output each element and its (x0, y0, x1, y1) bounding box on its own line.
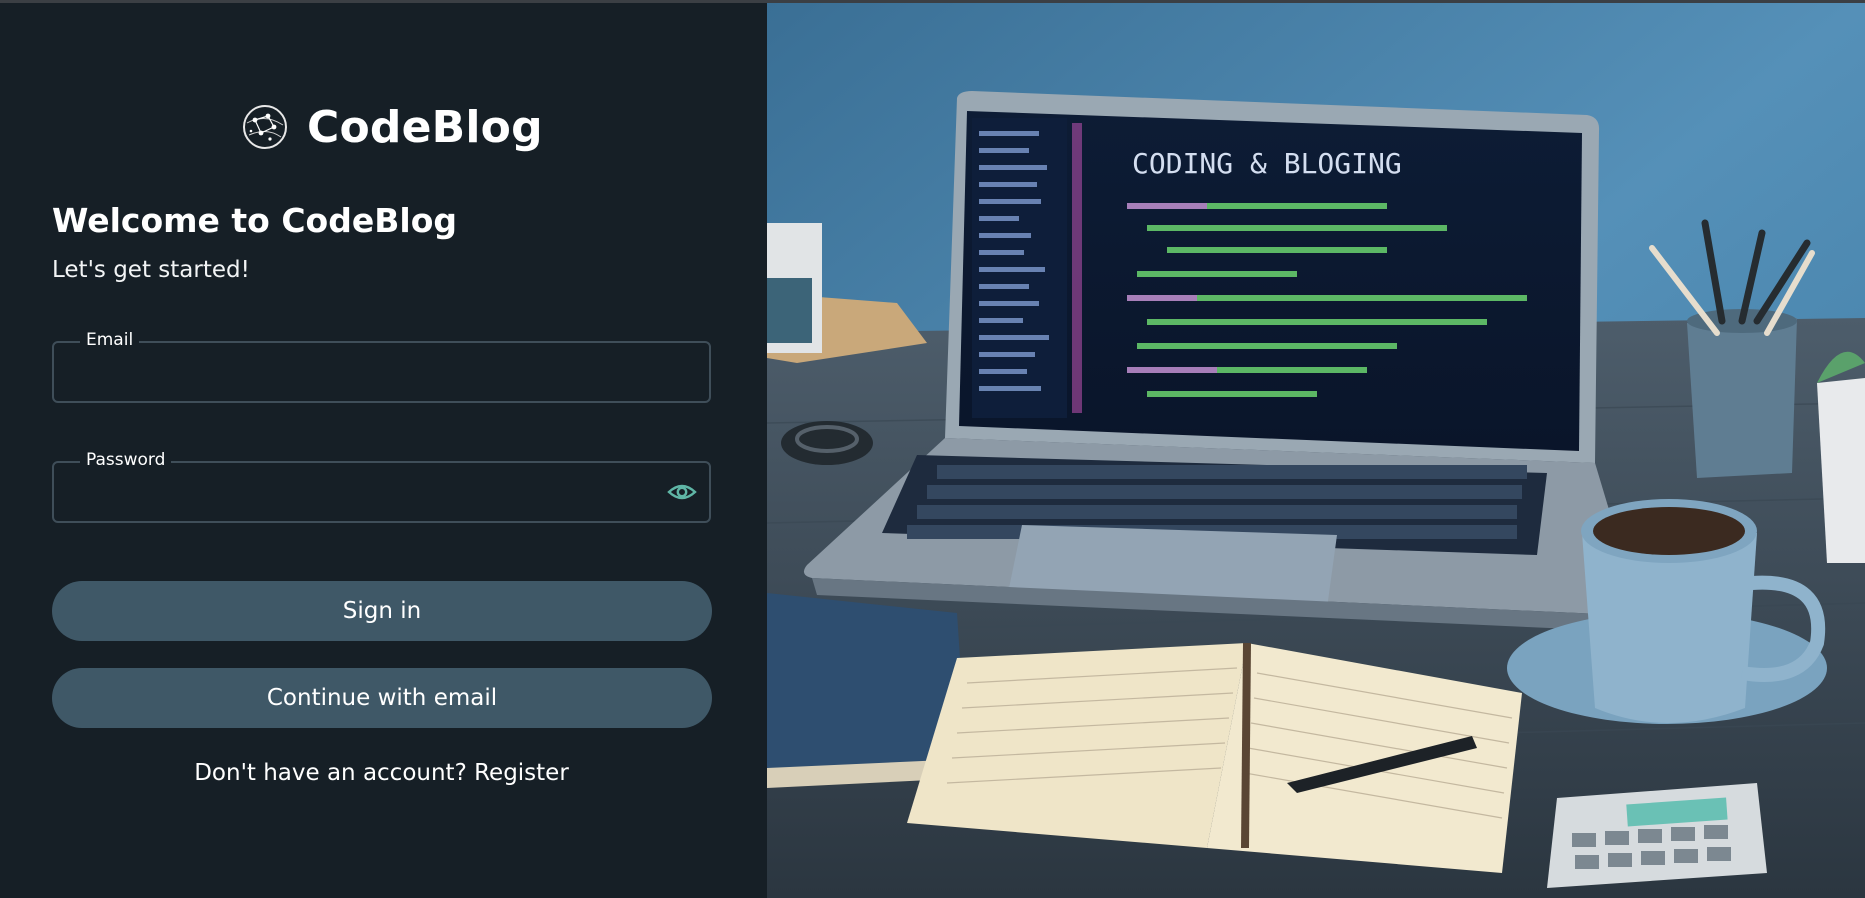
sign-in-label: Sign in (342, 598, 422, 624)
welcome-subtitle: Let's get started! (52, 257, 250, 283)
constellation-globe-icon (243, 105, 287, 149)
sign-in-button[interactable]: Sign in (52, 581, 712, 641)
register-question: Don't have an account? (194, 760, 467, 786)
password-field[interactable]: Password (52, 449, 711, 523)
register-prompt: Don't have an account? Register (0, 760, 763, 786)
register-link[interactable]: Register (474, 760, 569, 786)
continue-with-email-label: Continue with email (266, 685, 498, 711)
password-input[interactable] (70, 477, 649, 509)
brand-name: CodeBlog (307, 101, 543, 153)
laptop-notebook-coffee-illustration: CODING & BLOGING (767, 3, 1865, 898)
eye-icon[interactable] (667, 480, 697, 504)
brand: CodeBlog (241, 99, 543, 155)
email-field[interactable]: Email (52, 329, 711, 403)
login-panel: CodeBlog Welcome to CodeBlog Let's get s… (0, 3, 767, 898)
hero-illustration: CODING & BLOGING (767, 3, 1865, 898)
welcome-title: Welcome to CodeBlog (52, 201, 457, 240)
email-input[interactable] (70, 357, 649, 389)
continue-with-email-button[interactable]: Continue with email (52, 668, 712, 728)
email-label: Email (80, 329, 140, 351)
password-label: Password (80, 449, 172, 471)
screen-heading: CODING & BLOGING (1132, 147, 1402, 180)
